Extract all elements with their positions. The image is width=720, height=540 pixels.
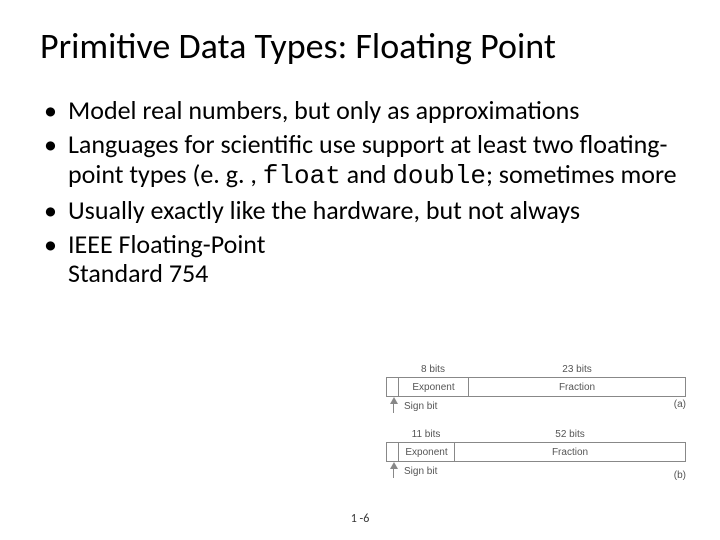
exp-bits-label: 8 bits: [398, 364, 468, 377]
exp-cell: Exponent: [399, 378, 469, 396]
sign-cell: [387, 443, 399, 461]
frac-cell: Fraction: [455, 443, 685, 461]
fp-row: Exponent Fraction: [386, 442, 686, 462]
bullet-text: and: [341, 158, 393, 190]
bullet-item: IEEE Floating-Point Standard 754: [40, 230, 340, 290]
code-float: float: [263, 161, 341, 191]
exp-cell: Exponent: [399, 443, 455, 461]
fp-single: 8 bits 23 bits Exponent Fraction Sign bi…: [386, 364, 686, 415]
slide-title: Primitive Data Types: Floating Point: [40, 24, 680, 68]
sign-label: Sign bit: [404, 401, 437, 412]
arrow-stem: [393, 403, 394, 413]
spacer: [386, 364, 398, 377]
fp-row: Exponent Fraction: [386, 377, 686, 397]
bullet-item: Model real numbers, but only as approxim…: [40, 96, 680, 126]
bullet-list: Model real numbers, but only as approxim…: [40, 96, 680, 289]
bullet-item: Usually exactly like the hardware, but n…: [40, 196, 680, 226]
sign-pointer: Sign bit (a): [386, 397, 686, 415]
bullet-item: Languages for scientific use support at …: [40, 130, 680, 192]
sign-label: Sign bit: [404, 466, 437, 477]
arrow-stem: [393, 468, 394, 478]
ieee-figure: 8 bits 23 bits Exponent Fraction Sign bi…: [386, 364, 686, 494]
arrow-up-icon: [390, 397, 398, 404]
bullet-text: IEEE Floating-Point Standard 754: [68, 228, 265, 290]
subfigure-tag: (b): [674, 470, 686, 481]
slide-number: 1 -6: [0, 512, 720, 526]
subfigure-tag: (a): [674, 399, 686, 410]
slide: Primitive Data Types: Floating Point Mod…: [0, 0, 720, 540]
sign-cell: [387, 378, 399, 396]
code-double: double: [392, 161, 486, 191]
bullet-text: Usually exactly like the hardware, but n…: [68, 194, 580, 226]
frac-cell: Fraction: [469, 378, 685, 396]
bullet-text: ; sometimes more: [486, 158, 677, 190]
frac-bits-label: 52 bits: [454, 429, 686, 442]
fp-double: 11 bits 52 bits Exponent Fraction Sign b…: [386, 429, 686, 480]
bullet-text: Model real numbers, but only as approxim…: [68, 94, 579, 126]
exp-bits-label: 11 bits: [398, 429, 454, 442]
arrow-up-icon: [390, 462, 398, 469]
spacer: [386, 429, 398, 442]
frac-bits-label: 23 bits: [468, 364, 686, 377]
sign-pointer: Sign bit (b): [386, 462, 686, 480]
